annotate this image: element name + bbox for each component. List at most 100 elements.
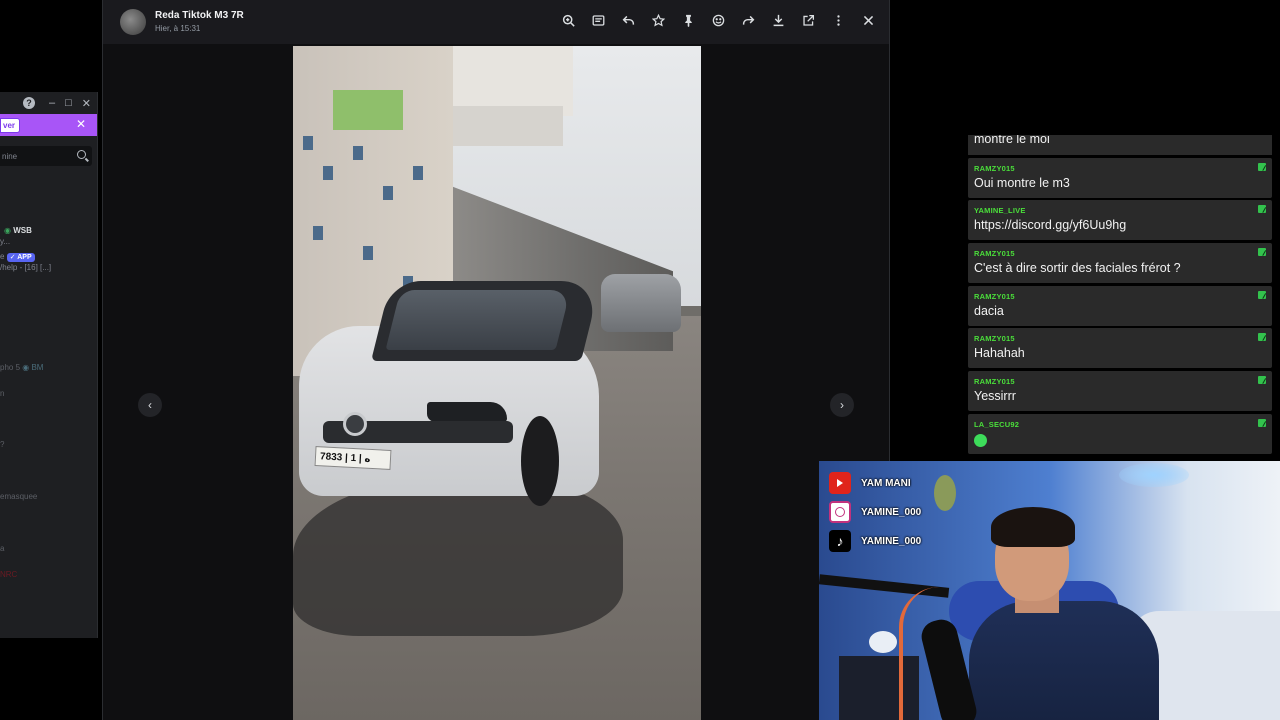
member-line: NRC [0, 570, 18, 579]
photo-window [303, 136, 313, 150]
youtube-icon [829, 472, 851, 494]
photo-window [353, 146, 363, 160]
chat-message: RAMZY015 Yessirrr [968, 371, 1272, 412]
photo-window [363, 246, 373, 260]
streamer-body [969, 601, 1159, 720]
author-name[interactable]: Reda Tiktok M3 7R [155, 10, 244, 21]
car-photo[interactable]: 7833 | ﻩ | 1 [293, 46, 701, 720]
avatar[interactable] [120, 9, 146, 35]
photo-balcony [443, 106, 563, 146]
close-icon[interactable] [857, 9, 879, 31]
app-badge-label: APP [17, 254, 32, 261]
member-line: n [0, 389, 5, 398]
wsb-tag: WSB [13, 226, 32, 235]
webcam-lamp [869, 631, 897, 653]
help-icon[interactable]: ? [23, 97, 35, 109]
webcam-decoration [934, 475, 956, 511]
message-timestamp: Hier, à 15:31 [155, 24, 201, 33]
chat-message-text: Oui montre le m3 [974, 175, 1070, 190]
reply-icon[interactable] [617, 9, 639, 31]
chat-message-partial: montre le moi [968, 135, 1272, 155]
chat-message-text: dacia [974, 303, 1004, 318]
chat-message: LA_SECU92 [968, 413, 1272, 454]
moderator-badge-icon [1258, 376, 1266, 385]
banner-button[interactable]: ver [0, 117, 21, 133]
promo-banner: ver ✕ [0, 114, 97, 136]
chat-username: YAMINE_LIVE [974, 206, 1026, 216]
chat-message: RAMZY015 dacia [968, 285, 1272, 326]
chevron-left-icon: ‹ [148, 398, 152, 412]
maximize-icon[interactable]: □ [65, 97, 72, 109]
more-icon[interactable] [827, 9, 849, 31]
window-titlebar: ? – □ ✕ [0, 92, 97, 114]
view-message-icon[interactable] [587, 9, 609, 31]
member-line: a [0, 544, 5, 553]
photo-window [313, 226, 323, 240]
photo-car-headlight [427, 402, 507, 422]
member-name-fragment: pho 5 [0, 363, 21, 372]
chat-message-text: https://discord.gg/yf6Uu9hg [974, 218, 1127, 233]
green-emote-icon [974, 433, 987, 447]
chat-message-text: C'est à dire sortir des faciales frérot … [974, 261, 1181, 276]
viewer-toolbar [557, 9, 879, 31]
social-handle: YAM MANI [861, 477, 911, 489]
chat-message-text [974, 432, 987, 448]
chevron-right-icon: › [840, 398, 844, 412]
zoom-icon[interactable] [557, 9, 579, 31]
banner-close-icon[interactable]: ✕ [76, 117, 86, 131]
chat-username: RAMZY015 [974, 163, 1015, 173]
emoji-icon[interactable] [707, 9, 729, 31]
stream-chat: montre le moi RAMZY015 Oui montre le m3 … [968, 135, 1272, 457]
pin-icon[interactable] [677, 9, 699, 31]
chat-message: RAMZY015 Oui montre le m3 [968, 157, 1272, 198]
chat-message-text: montre le moi [974, 135, 1050, 146]
viewer-header: Reda Tiktok M3 7R Hier, à 15:31 [103, 0, 889, 44]
license-plate: 7833 | ﻩ | 1 [314, 446, 392, 470]
chat-username: LA_SECU92 [974, 419, 1020, 429]
streamer-hair [991, 507, 1075, 547]
photo-car-wheel [521, 416, 559, 506]
member-tag-bm: BM [31, 363, 44, 372]
app-badge: ✓ APP [6, 253, 35, 262]
forward-icon[interactable] [737, 9, 759, 31]
member-line: emasquee [0, 492, 38, 501]
social-tiktok: ♪ YAMINE_000 [829, 528, 921, 554]
bot-status: /help - [16] [...] [0, 263, 52, 272]
social-youtube: YAM MANI [829, 470, 921, 496]
member-line: pho 5 ◉ BM [0, 363, 44, 372]
photo-second-car [601, 274, 681, 332]
chat-username: RAMZY015 [974, 291, 1015, 301]
download-icon[interactable] [767, 9, 789, 31]
search-input[interactable]: nine [0, 146, 92, 166]
social-handles: YAM MANI YAMINE_000 ♪ YAMINE_000 [829, 470, 921, 557]
social-handle: YAMINE_000 [861, 535, 922, 547]
photo-window [323, 166, 333, 180]
open-external-icon[interactable] [797, 9, 819, 31]
window-close-icon[interactable]: ✕ [82, 97, 91, 110]
search-icon[interactable] [77, 150, 86, 159]
bot-line: e ✓ APP [0, 252, 35, 262]
screen: ? – □ ✕ ver ✕ nine y... ◉ WSB e ✓ APP /h… [0, 0, 1280, 720]
member-tag: ◉ WSB [4, 226, 32, 235]
photo-shadow [293, 476, 623, 636]
photo-window [383, 186, 393, 200]
minimize-icon[interactable]: – [49, 97, 55, 109]
chat-message-text: Yessirrr [974, 389, 1016, 404]
photo-car-windshield [385, 290, 571, 350]
chat-username: RAMZY015 [974, 249, 1015, 259]
chat-username: RAMZY015 [974, 334, 1015, 344]
moderator-badge-icon [1258, 333, 1266, 342]
tiktok-icon: ♪ [829, 530, 851, 552]
moderator-badge-icon [1258, 290, 1266, 299]
chat-message-text: Hahahah [974, 346, 1025, 361]
previous-image-button[interactable]: ‹ [138, 393, 162, 417]
social-handle: YAMINE_000 [861, 506, 922, 518]
social-instagram: YAMINE_000 [829, 499, 921, 525]
next-image-button[interactable]: › [830, 393, 854, 417]
member-line: ? [0, 440, 5, 449]
moderator-badge-icon [1258, 248, 1266, 257]
star-icon[interactable] [647, 9, 669, 31]
chat-username: RAMZY015 [974, 377, 1015, 387]
chat-message: YAMINE_LIVE https://discord.gg/yf6Uu9hg [968, 200, 1272, 241]
chat-message: RAMZY015 Hahahah [968, 328, 1272, 369]
